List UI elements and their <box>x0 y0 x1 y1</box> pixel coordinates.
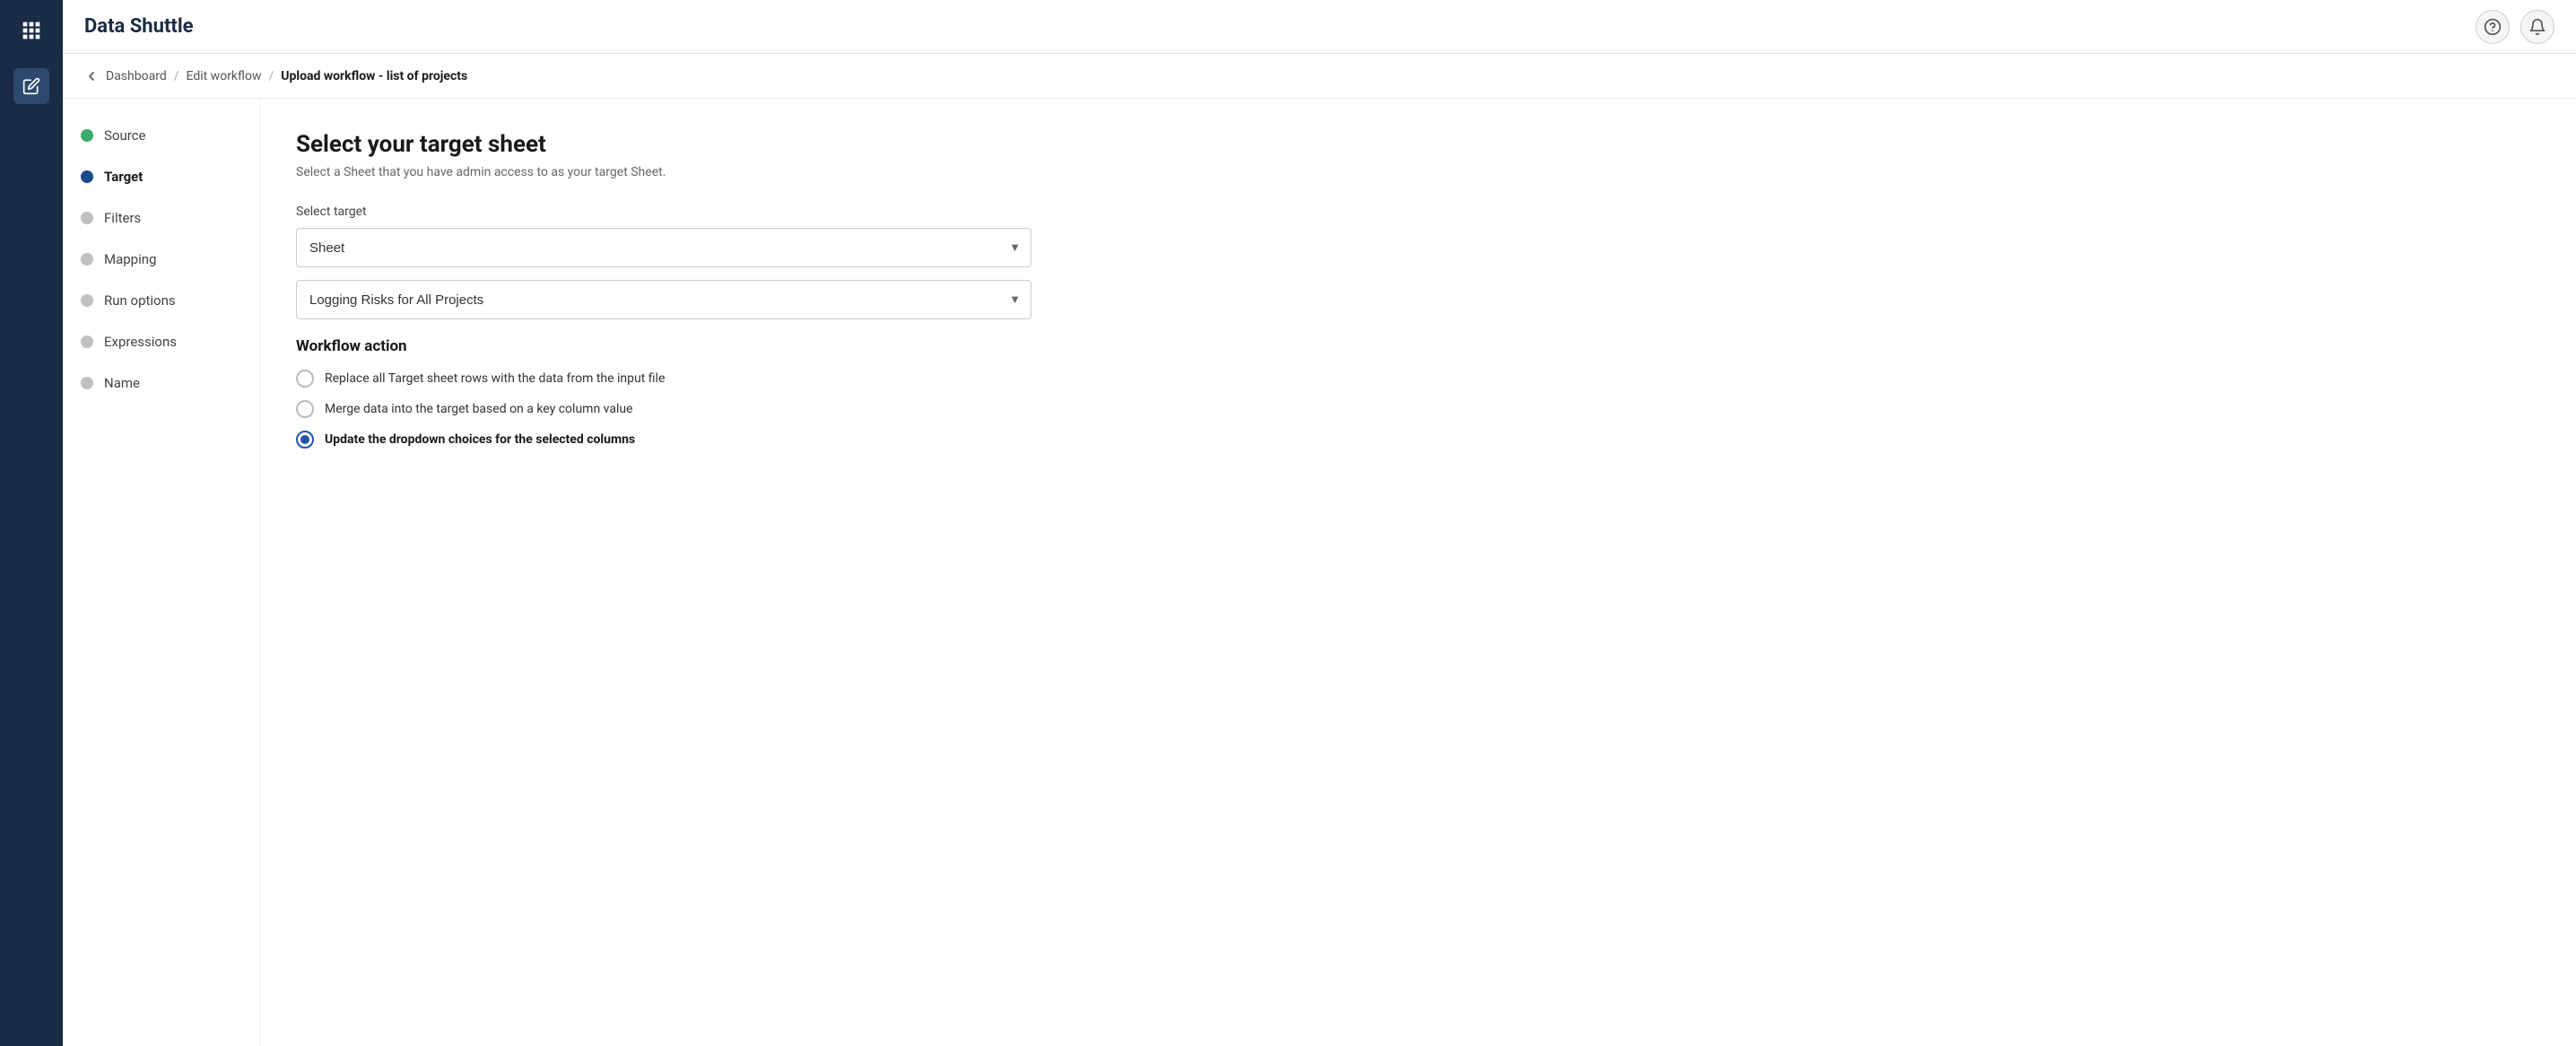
select-sheet-dropdown[interactable]: Logging Risks for All ProjectsProject Tr… <box>296 280 1031 319</box>
radio-label-replace: Replace all Target sheet rows with the d… <box>325 371 665 386</box>
breadcrumb-back-arrow[interactable] <box>84 69 99 83</box>
radio-label-update-dropdown: Update the dropdown choices for the sele… <box>325 432 635 447</box>
nav-item-filters[interactable]: Filters <box>81 210 241 226</box>
select-target-label: Select target <box>296 205 2540 219</box>
radio-options-container: Replace all Target sheet rows with the d… <box>296 370 2540 449</box>
left-nav: Source Target Filters Mapping Run options Exp… <box>63 99 260 1046</box>
radio-circle-replace <box>296 370 314 388</box>
nav-label-source: Source <box>104 127 145 144</box>
app-sidebar <box>0 0 63 1046</box>
radio-option-replace[interactable]: Replace all Target sheet rows with the d… <box>296 370 2540 388</box>
select-sheet-wrapper: Logging Risks for All ProjectsProject Tr… <box>296 280 1031 319</box>
nav-label-filters: Filters <box>104 210 141 226</box>
nav-dot-name <box>81 377 93 389</box>
select-type-dropdown[interactable]: SheetReportDashboard <box>296 228 1031 267</box>
breadcrumb-sep-1: / <box>174 69 179 83</box>
header-actions <box>2476 10 2554 44</box>
nav-dot-expressions <box>81 336 93 348</box>
workflow-action-title: Workflow action <box>296 337 2540 355</box>
nav-item-expressions[interactable]: Expressions <box>81 334 241 350</box>
radio-option-merge[interactable]: Merge data into the target based on a ke… <box>296 400 2540 418</box>
workflow-action-section: Workflow action Replace all Target sheet… <box>296 337 2540 449</box>
help-button[interactable] <box>2476 10 2510 44</box>
nav-label-name: Name <box>104 375 140 391</box>
main-wrapper: Data Shuttle Dashboard <box>63 0 2576 1046</box>
page-title: Select your target sheet <box>296 131 2540 158</box>
nav-dot-mapping <box>81 253 93 266</box>
breadcrumb-current-page: Upload workflow - list of projects <box>281 69 467 83</box>
nav-item-target[interactable]: Target <box>81 169 241 185</box>
app-title: Data Shuttle <box>84 15 194 38</box>
nav-label-target: Target <box>104 169 143 185</box>
breadcrumb-sep-2: / <box>268 69 274 83</box>
select-type-wrapper: SheetReportDashboard ▼ <box>296 228 1031 267</box>
nav-dot-source <box>81 129 93 142</box>
main-content: Select your target sheet Select a Sheet … <box>260 99 2576 1046</box>
radio-option-update-dropdown[interactable]: Update the dropdown choices for the sele… <box>296 431 2540 449</box>
nav-dot-target <box>81 170 93 183</box>
nav-dot-filters <box>81 212 93 224</box>
content-layout: Source Target Filters Mapping Run options Exp… <box>63 99 2576 1046</box>
nav-item-source[interactable]: Source <box>81 127 241 144</box>
breadcrumb-edit-workflow-link[interactable]: Edit workflow <box>187 69 262 83</box>
nav-label-mapping: Mapping <box>104 251 156 267</box>
radio-circle-update-dropdown <box>296 431 314 449</box>
nav-item-run-options[interactable]: Run options <box>81 292 241 309</box>
nav-item-name[interactable]: Name <box>81 375 241 391</box>
nav-label-run-options: Run options <box>104 292 176 309</box>
breadcrumb: Dashboard / Edit workflow / Upload workf… <box>63 54 2576 99</box>
radio-label-merge: Merge data into the target based on a ke… <box>325 402 633 416</box>
edit-sidebar-button[interactable] <box>13 68 49 104</box>
app-logo <box>15 14 48 47</box>
nav-item-mapping[interactable]: Mapping <box>81 251 241 267</box>
radio-circle-merge <box>296 400 314 418</box>
notifications-button[interactable] <box>2520 10 2554 44</box>
nav-dot-run-options <box>81 294 93 307</box>
nav-label-expressions: Expressions <box>104 334 177 350</box>
breadcrumb-dashboard-link[interactable]: Dashboard <box>106 69 167 83</box>
top-header: Data Shuttle <box>63 0 2576 54</box>
page-subtitle: Select a Sheet that you have admin acces… <box>296 165 2540 179</box>
